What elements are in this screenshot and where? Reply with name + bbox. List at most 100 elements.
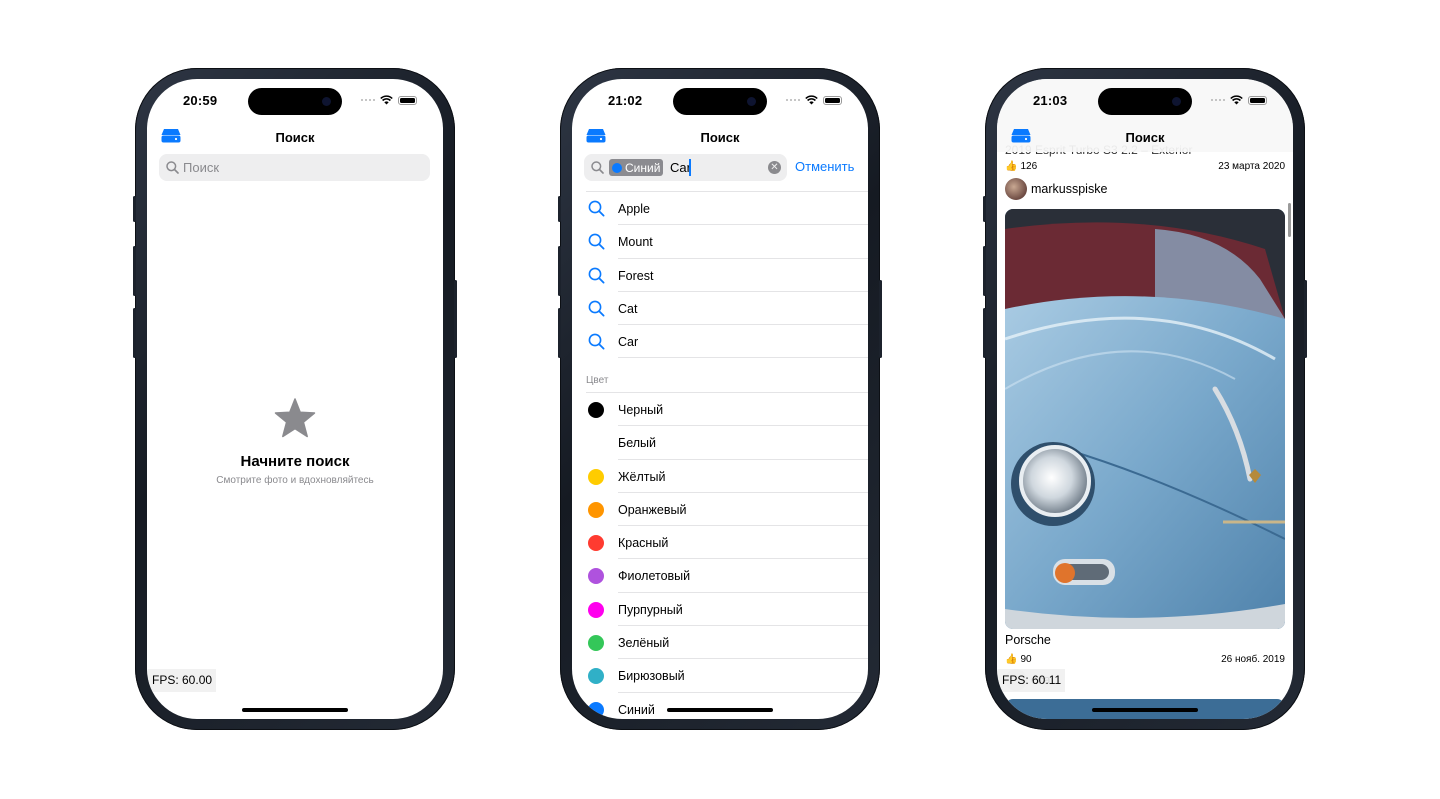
suggestion-item[interactable]: Apple — [572, 191, 868, 226]
action-button — [558, 196, 561, 222]
color-option[interactable]: Жёлтый — [572, 460, 868, 493]
phone-frame-1: 20:59 Поиск Поиск Начните поиск Смотрите… — [133, 68, 457, 730]
post-date: 26 нояб. 2019 — [1221, 654, 1285, 665]
color-dot — [612, 162, 622, 173]
search-icon — [588, 333, 605, 350]
wifi-icon — [380, 95, 393, 105]
suggestion-item[interactable]: Mount — [572, 225, 868, 259]
volume-down-button — [558, 308, 561, 358]
fps-counter: FPS: 60.11 — [998, 669, 1066, 692]
color-option[interactable]: Белый — [572, 426, 868, 460]
status-time: 20:59 — [183, 93, 218, 108]
suggestion-item[interactable]: Cat — [572, 292, 868, 326]
color-option[interactable]: Пурпурный — [572, 593, 868, 627]
car-photo-image — [1005, 209, 1285, 629]
suggestion-label: Cat — [618, 301, 638, 316]
color-option[interactable]: Зелёный — [572, 626, 868, 660]
post-photo[interactable] — [1005, 209, 1285, 629]
home-indicator[interactable] — [1092, 708, 1198, 712]
post-title: Porsche — [1005, 633, 1051, 647]
color-label: Белый — [618, 436, 657, 451]
battery-icon — [1248, 95, 1267, 105]
color-option[interactable]: Синий — [572, 693, 868, 719]
color-option[interactable]: Фиолетовый — [572, 559, 868, 593]
color-swatch — [588, 601, 604, 618]
search-icon — [591, 161, 604, 174]
color-option[interactable]: Красный — [572, 526, 868, 560]
star-icon — [274, 398, 316, 438]
screen: 2019 Esprit Turbo S3 2.2 – Exterior 👍126… — [997, 79, 1293, 719]
suggestion-item[interactable]: Forest — [572, 259, 868, 292]
page-title: Поиск — [1125, 130, 1165, 145]
token-label: Синий — [625, 160, 661, 175]
photo-feed[interactable]: 2019 Esprit Turbo S3 2.2 – Exterior 👍126… — [997, 79, 1293, 719]
color-filter-token[interactable]: Синий — [609, 159, 664, 176]
post-date: 23 марта 2020 — [1218, 161, 1285, 172]
empty-state-subtitle: Смотрите фото и вдохновляйтесь — [216, 475, 374, 486]
action-button — [133, 196, 136, 222]
color-swatch — [588, 635, 604, 652]
signal-icon — [361, 99, 375, 101]
action-button — [983, 196, 986, 222]
color-option[interactable]: Бирюзовый — [572, 659, 868, 693]
fps-counter: FPS: 60.00 — [148, 669, 217, 692]
section-header-color: Цвет — [586, 375, 609, 386]
color-label: Фиолетовый — [618, 569, 691, 584]
color-label: Красный — [618, 536, 669, 551]
nav-bar: Поиск — [572, 123, 868, 151]
status-time: 21:03 — [1033, 93, 1068, 108]
suggestion-label: Car — [618, 335, 639, 350]
color-swatch — [588, 535, 604, 552]
signal-icon — [786, 99, 800, 101]
battery-icon — [823, 95, 842, 105]
color-swatch — [588, 568, 604, 585]
side-button — [454, 280, 457, 358]
search-input[interactable]: Поиск — [159, 154, 430, 181]
wifi-icon — [1230, 95, 1243, 105]
post-meta: 👍 126 23 марта 2020 — [1005, 161, 1285, 172]
suggestion-label: Mount — [618, 235, 653, 250]
dynamic-island — [1098, 88, 1192, 115]
page-title: Поиск — [700, 130, 740, 145]
home-indicator[interactable] — [667, 708, 773, 712]
color-option[interactable]: Оранжевый — [572, 493, 868, 527]
color-swatch — [588, 501, 604, 518]
side-button — [879, 280, 882, 358]
color-option[interactable]: Черный — [572, 392, 868, 427]
empty-state-title: Начните поиск — [240, 453, 350, 470]
volume-up-button — [558, 246, 561, 296]
phone-frame-3: 2019 Esprit Turbo S3 2.2 – Exterior 👍126… — [983, 68, 1307, 730]
status-time: 21:02 — [608, 93, 643, 108]
search-icon — [588, 200, 605, 217]
cancel-button[interactable]: Отменить — [795, 159, 854, 174]
search-input[interactable]: Синий Car ✕ — [584, 154, 787, 181]
post-author[interactable]: markusspiske — [1005, 178, 1107, 200]
like-icon[interactable]: 👍 — [1005, 161, 1017, 172]
search-icon — [588, 300, 605, 317]
color-list: Черный Белый Жёлтый Оранжевый Красный Фиолето… — [572, 392, 868, 719]
color-label: Оранжевый — [618, 502, 687, 517]
like-icon[interactable]: 👍 — [1005, 654, 1017, 665]
volume-down-button — [983, 308, 986, 358]
clear-icon[interactable]: ✕ — [768, 161, 781, 174]
search-icon — [588, 233, 605, 250]
home-indicator[interactable] — [242, 708, 348, 712]
color-swatch — [588, 468, 604, 485]
color-label: Синий — [618, 702, 655, 717]
search-placeholder: Поиск — [183, 160, 220, 175]
screen: 20:59 Поиск Поиск Начните поиск Смотрите… — [147, 79, 443, 719]
like-count: 126 — [1020, 161, 1038, 172]
page-title: Поиск — [275, 130, 315, 145]
search-icon — [166, 161, 179, 174]
color-swatch — [588, 435, 604, 452]
color-label: Пурпурный — [618, 602, 683, 617]
color-label: Бирюзовый — [618, 669, 685, 684]
suggestion-label: Apple — [618, 202, 650, 216]
color-swatch — [588, 701, 604, 718]
nav-bar: Поиск — [147, 123, 443, 151]
suggestion-item[interactable]: Car — [572, 325, 868, 359]
scrollbar[interactable] — [1288, 203, 1291, 237]
username: markusspiske — [1031, 182, 1108, 196]
volume-up-button — [983, 246, 986, 296]
phone-frame-2: 21:02 Поиск Синий Car ✕ Отменить Apple Mo… — [558, 68, 882, 730]
